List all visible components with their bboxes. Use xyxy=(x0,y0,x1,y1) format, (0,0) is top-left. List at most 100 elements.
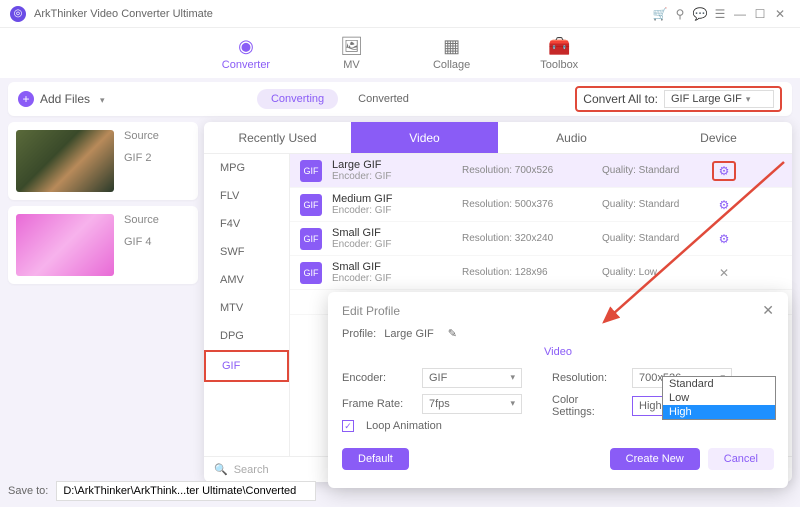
dropdown-option[interactable]: Standard xyxy=(663,377,775,391)
key-icon[interactable]: ⚲ xyxy=(670,7,690,21)
format-mpg[interactable]: MPG xyxy=(204,154,289,182)
footer: Save to: xyxy=(8,481,316,501)
file-thumbnail xyxy=(16,214,114,276)
gif-icon: GIF xyxy=(300,194,322,216)
tab-recently-used[interactable]: Recently Used xyxy=(204,122,351,154)
file-card[interactable]: Source GIF 4 xyxy=(8,206,198,284)
preset-encoder: Encoder: GIF xyxy=(332,171,452,182)
format-amv[interactable]: AMV xyxy=(204,266,289,294)
format-f4v[interactable]: F4V xyxy=(204,210,289,238)
gear-icon[interactable]: ⚙ xyxy=(712,198,736,212)
preset-resolution: Resolution: 700x526 xyxy=(462,165,592,176)
close-window-icon[interactable]: ✕ xyxy=(770,7,790,21)
add-files-label: Add Files xyxy=(40,92,90,106)
gif-icon: GIF xyxy=(300,228,322,250)
toolbox-icon: 🧰 xyxy=(540,36,578,57)
cart-icon[interactable]: 🛒 xyxy=(650,7,670,21)
section-video: Video xyxy=(342,346,774,358)
save-to-label: Save to: xyxy=(8,485,48,497)
framerate-select[interactable]: 7fps xyxy=(422,394,522,414)
tab-label: Converter xyxy=(222,59,270,71)
file-info: Source GIF 4 xyxy=(124,214,159,276)
close-icon[interactable]: ✕ xyxy=(712,266,736,280)
preset-resolution: Resolution: 128x96 xyxy=(462,267,592,278)
format-swf[interactable]: SWF xyxy=(204,238,289,266)
preset-quality: Quality: Low xyxy=(602,267,702,278)
tab-label: Collage xyxy=(433,59,470,71)
preset-row[interactable]: GIF Small GIFEncoder: GIF Resolution: 12… xyxy=(290,256,792,290)
format-gif[interactable]: GIF xyxy=(204,350,289,382)
preset-encoder: Encoder: GIF xyxy=(332,273,452,284)
convert-all-dropdown[interactable]: Convert All to: GIF Large GIF xyxy=(575,86,782,112)
framerate-label: Frame Rate: xyxy=(342,398,414,410)
convert-all-label: Convert All to: xyxy=(583,92,658,106)
preset-quality: Quality: Standard xyxy=(602,233,702,244)
colorset-label: Color Settings: xyxy=(552,394,624,418)
dialog-title: Edit Profile xyxy=(342,304,400,318)
gear-icon[interactable]: ⚙ xyxy=(712,232,736,246)
filter-converted[interactable]: Converted xyxy=(344,89,423,109)
tab-device[interactable]: Device xyxy=(645,122,792,154)
preset-name: Small GIF xyxy=(332,227,452,239)
close-icon[interactable]: ✕ xyxy=(762,302,774,319)
tab-label: Toolbox xyxy=(540,59,578,71)
format-mtv[interactable]: MTV xyxy=(204,294,289,322)
add-files-button[interactable]: + Add Files xyxy=(18,91,105,107)
collage-icon: ▦ xyxy=(433,36,470,57)
preset-name: Large GIF xyxy=(332,159,452,171)
tab-video[interactable]: Video xyxy=(351,122,498,154)
preset-name: Medium GIF xyxy=(332,193,452,205)
app-title: ArkThinker Video Converter Ultimate xyxy=(34,8,650,20)
content-area: Source GIF 2 Source GIF 4 Recently Used … xyxy=(8,122,792,482)
tab-toolbox[interactable]: 🧰 Toolbox xyxy=(540,36,578,71)
maximize-icon[interactable]: ☐ xyxy=(750,7,770,21)
gear-icon[interactable]: ⚙ xyxy=(712,161,736,181)
save-path-input[interactable] xyxy=(56,481,316,501)
file-thumbnail xyxy=(16,130,114,192)
converter-icon: ◉ xyxy=(222,36,270,57)
dropdown-option[interactable]: Low xyxy=(663,391,775,405)
preset-encoder: Encoder: GIF xyxy=(332,205,452,216)
preset-row[interactable]: GIF Large GIFEncoder: GIF Resolution: 70… xyxy=(290,154,792,188)
format-flv[interactable]: FLV xyxy=(204,182,289,210)
preset-row[interactable]: GIF Small GIFEncoder: GIF Resolution: 32… xyxy=(290,222,792,256)
format-dpg[interactable]: DPG xyxy=(204,322,289,350)
profile-label: Profile: xyxy=(342,328,376,340)
main-tabs: ◉ Converter 🖼 MV ▦ Collage 🧰 Toolbox xyxy=(0,28,800,78)
app-logo-icon: ◎ xyxy=(10,6,26,22)
feedback-icon[interactable]: 💬 xyxy=(690,7,710,21)
tab-mv[interactable]: 🖼 MV xyxy=(340,36,363,71)
convert-all-value[interactable]: GIF Large GIF xyxy=(664,90,774,108)
file-source-label: Source xyxy=(124,130,159,142)
file-card[interactable]: Source GIF 2 xyxy=(8,122,198,200)
create-new-button[interactable]: Create New xyxy=(610,448,700,470)
tab-converter[interactable]: ◉ Converter xyxy=(222,36,270,71)
chevron-down-icon xyxy=(96,92,105,106)
title-bar: ◎ ArkThinker Video Converter Ultimate 🛒 … xyxy=(0,0,800,28)
edit-icon[interactable]: ✎ xyxy=(448,327,457,340)
default-button[interactable]: Default xyxy=(342,448,409,470)
filter-converting[interactable]: Converting xyxy=(257,89,338,109)
conversion-filter: Converting Converted xyxy=(257,89,423,109)
minimize-icon[interactable]: — xyxy=(730,7,750,21)
tab-collage[interactable]: ▦ Collage xyxy=(433,36,470,71)
format-sidebar: MPG FLV F4V SWF AMV MTV DPG GIF xyxy=(204,154,290,456)
colorset-dropdown[interactable]: Standard Low High xyxy=(662,376,776,420)
menu-icon[interactable]: ☰ xyxy=(710,7,730,21)
file-format-label: GIF 2 xyxy=(124,152,159,164)
file-source-label: Source xyxy=(124,214,159,226)
cancel-button[interactable]: Cancel xyxy=(708,448,774,470)
resolution-label: Resolution: xyxy=(552,372,624,384)
tab-audio[interactable]: Audio xyxy=(498,122,645,154)
loop-checkbox[interactable]: ✓ xyxy=(342,420,354,432)
mv-icon: 🖼 xyxy=(340,36,363,57)
gif-icon: GIF xyxy=(300,160,322,182)
plus-icon: + xyxy=(18,91,34,107)
file-info: Source GIF 2 xyxy=(124,130,159,192)
encoder-select[interactable]: GIF xyxy=(422,368,522,388)
loop-label: Loop Animation xyxy=(366,420,442,432)
tab-label: MV xyxy=(343,59,360,71)
preset-row[interactable]: GIF Medium GIFEncoder: GIF Resolution: 5… xyxy=(290,188,792,222)
search-placeholder: Search xyxy=(234,464,269,476)
dropdown-option-selected[interactable]: High xyxy=(663,405,775,419)
